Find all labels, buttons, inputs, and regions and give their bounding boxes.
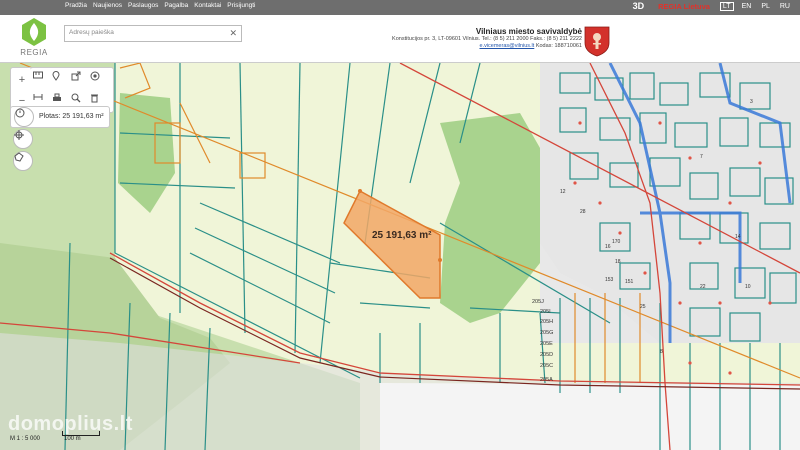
header: REGIA Adresų paieška ✕ Vilniaus miesto s…	[0, 15, 800, 63]
map-canvas[interactable]: 12 28 16 18 153 151 22 10 7 3 25 8 170 14	[0, 63, 800, 450]
nav-services[interactable]: Paslaugos	[128, 2, 158, 9]
area-value: Plotas: 25 191,63 m²	[39, 113, 104, 120]
svg-text:3: 3	[750, 99, 753, 105]
target-icon[interactable]	[90, 71, 108, 89]
municipality-contacts: e.vicemeras@vilnius.lt Kodas: 188710061	[392, 43, 582, 50]
brand-link[interactable]: REGIA Lietuva	[658, 2, 710, 11]
municipality-email[interactable]: e.vicemeras@vilnius.lt	[479, 43, 534, 49]
address-search-input[interactable]: Adresų paieška ✕	[64, 25, 242, 42]
svg-text:25: 25	[640, 304, 646, 310]
vilnius-coat-of-arms	[584, 26, 610, 57]
svg-text:8: 8	[660, 349, 663, 355]
lang-en[interactable]: EN	[740, 3, 754, 10]
nav-contacts[interactable]: Kontaktai	[194, 2, 221, 9]
svg-text:151: 151	[625, 279, 634, 285]
3d-mode-button[interactable]: 3D	[633, 1, 645, 11]
parcel-label: 205C	[540, 363, 554, 369]
municipality-address: Konstitucijos pr. 3, LT-09601 Vilnius. T…	[392, 36, 582, 42]
svg-text:22: 22	[700, 284, 706, 290]
lang-ru[interactable]: RU	[778, 3, 792, 10]
top-right-controls: 3D REGIA Lietuva LT EN PL RU	[633, 1, 792, 11]
area-measurement-box: Plotas: 25 191,63 m²	[10, 106, 110, 128]
municipality-title: Vilniaus miesto savivaldybė	[475, 27, 582, 36]
svg-text:170: 170	[612, 239, 621, 245]
zoom-in-icon[interactable]: +	[13, 71, 31, 89]
clear-search-icon[interactable]: ✕	[229, 28, 237, 39]
lang-pl[interactable]: PL	[759, 3, 772, 10]
export-icon[interactable]	[71, 71, 89, 89]
municipality-code: Kodas: 188710061	[535, 43, 582, 49]
svg-text:28: 28	[580, 209, 586, 215]
pin-icon[interactable]	[52, 71, 70, 89]
map-scale: M 1 : 5 000	[10, 436, 41, 442]
history-icon[interactable]	[14, 107, 34, 127]
svg-text:18: 18	[615, 259, 621, 265]
logo-text: REGIA	[20, 48, 48, 57]
svg-text:7: 7	[700, 154, 703, 160]
regia-logo-icon	[22, 18, 46, 46]
svg-text:153: 153	[605, 277, 614, 283]
parcel-label: 205J	[532, 299, 544, 305]
selected-area-label: 25 191,63 m²	[372, 230, 432, 241]
nav-home[interactable]: Pradžia	[65, 2, 87, 9]
svg-text:14: 14	[735, 234, 741, 240]
top-navigation-bar: Pradžia Naujienos Paslaugos Pagalba Kont…	[0, 0, 800, 15]
svg-text:16: 16	[605, 244, 611, 250]
lasso-icon[interactable]	[13, 151, 33, 171]
ruler-icon[interactable]	[33, 71, 51, 89]
parcel-label: 205I	[540, 309, 551, 315]
scale-bar-label: 100 m	[64, 436, 81, 442]
municipality-info: Vilniaus miesto savivaldybė Konstitucijo…	[392, 27, 582, 50]
top-menu: Pradžia Naujienos Paslaugos Pagalba Kont…	[65, 2, 255, 9]
parcel-label: 205G	[540, 330, 554, 336]
parcel-label: 205E	[540, 341, 553, 347]
svg-text:12: 12	[560, 189, 566, 195]
nav-help[interactable]: Pagalba	[164, 2, 188, 9]
svg-text:10: 10	[745, 284, 751, 290]
lang-lt[interactable]: LT	[719, 1, 734, 11]
regia-logo[interactable]: REGIA	[14, 15, 54, 61]
parcel-label: 205A	[540, 377, 553, 383]
nav-login[interactable]: Prisijungti	[227, 2, 255, 9]
crosshair-icon[interactable]	[13, 129, 33, 149]
map-view[interactable]: 12 28 16 18 153 151 22 10 7 3 25 8 170 14 205J 20…	[0, 63, 800, 450]
search-placeholder: Adresų paieška	[69, 29, 114, 36]
parcel-label: 205H	[540, 319, 554, 325]
parcel-label: 205D	[540, 352, 554, 358]
nav-news[interactable]: Naujienos	[93, 2, 122, 9]
